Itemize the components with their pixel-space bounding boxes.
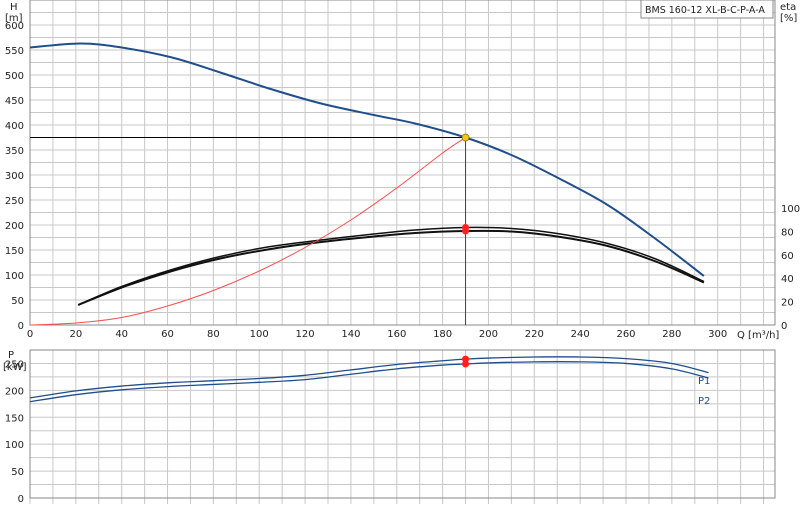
top-y-tick-label: 300 <box>5 171 24 182</box>
bottom-y-tick-label: 150 <box>5 413 24 424</box>
top-x-tick-label: 160 <box>387 329 406 340</box>
top-y-right-tick-label: 0 <box>781 321 787 332</box>
top-x-tick-label: 120 <box>296 329 315 340</box>
bottom-y-tick-label: 200 <box>5 386 24 397</box>
top-y-tick-label: 500 <box>5 71 24 82</box>
top-y-tick-label: 200 <box>5 221 24 232</box>
top-y-tick-label: 350 <box>5 146 24 157</box>
top-x-tick-label: 20 <box>69 329 82 340</box>
duty-point-marker <box>461 133 470 142</box>
top-x-tick-label: 220 <box>525 329 544 340</box>
top-y-tick-label: 150 <box>5 246 24 257</box>
top-y-right-unit: [%] <box>780 13 797 24</box>
top-y-right-label: eta <box>780 2 796 13</box>
efficiency-duty-marker <box>462 224 470 231</box>
top-y-right-tick-label: 40 <box>781 274 794 285</box>
bottom-y-tick-label: 0 <box>18 494 24 505</box>
bottom-plot-frame <box>29 349 776 499</box>
top-x-tick-label: 240 <box>571 329 590 340</box>
model-label: BMS 160-12 XL-B-C-P-A-A <box>645 5 765 16</box>
legend-p1: P1 <box>698 376 710 387</box>
top-x-tick-label: 300 <box>708 329 727 340</box>
top-y-tick-label: 250 <box>5 196 24 207</box>
top-y-right-tick-label: 100 <box>781 204 800 215</box>
bottom-grid <box>29 349 776 504</box>
chart-svg: 0 20 40 60 80 100 120 140 160 180 200 220 240 260 280 3… <box>3 0 800 505</box>
bottom-series <box>29 355 709 403</box>
top-x-tick-label: 140 <box>341 329 360 340</box>
top-x-tick-label: 200 <box>479 329 498 340</box>
efficiency-curve-upper <box>77 226 705 306</box>
top-y-right-tick-label: 60 <box>781 251 794 262</box>
top-y-tick-label: 0 <box>18 321 24 332</box>
top-x-tick-label: 0 <box>27 329 33 340</box>
top-y-tick-label: 100 <box>5 271 24 282</box>
top-y-right-tick-label: 20 <box>781 298 794 309</box>
top-x-tick-label: 40 <box>115 329 128 340</box>
top-y-tick-label: 450 <box>5 96 24 107</box>
bottom-y-tick-label: 100 <box>5 440 24 451</box>
bottom-y-label: P <box>8 350 14 361</box>
efficiency-curve-lower <box>77 229 705 306</box>
top-y-tick-label: 550 <box>5 46 24 57</box>
top-y-left-label: H <box>10 2 18 13</box>
top-x-axis-label: Q [m³/h] <box>737 330 779 341</box>
bottom-y-tick-label: 50 <box>11 467 24 478</box>
top-x-tick-label: 60 <box>161 329 174 340</box>
top-x-tick-label: 180 <box>433 329 452 340</box>
power-duty-marker <box>462 355 470 363</box>
top-x-tick-label: 260 <box>616 329 635 340</box>
top-y-left-unit: [m] <box>5 13 23 24</box>
top-x-tick-label: 100 <box>250 329 269 340</box>
bottom-y-unit: [kW] <box>3 362 27 373</box>
top-y-right-tick-label: 80 <box>781 227 794 238</box>
legend-p2: P2 <box>698 396 710 407</box>
top-grid <box>29 0 776 326</box>
pump-curve-chart: 0 20 40 60 80 100 120 140 160 180 200 220 240 260 280 3… <box>0 0 800 520</box>
top-y-tick-label: 400 <box>5 121 24 132</box>
top-x-tick-label: 280 <box>662 329 681 340</box>
top-y-tick-label: 50 <box>11 296 24 307</box>
top-x-tick-label: 80 <box>207 329 220 340</box>
